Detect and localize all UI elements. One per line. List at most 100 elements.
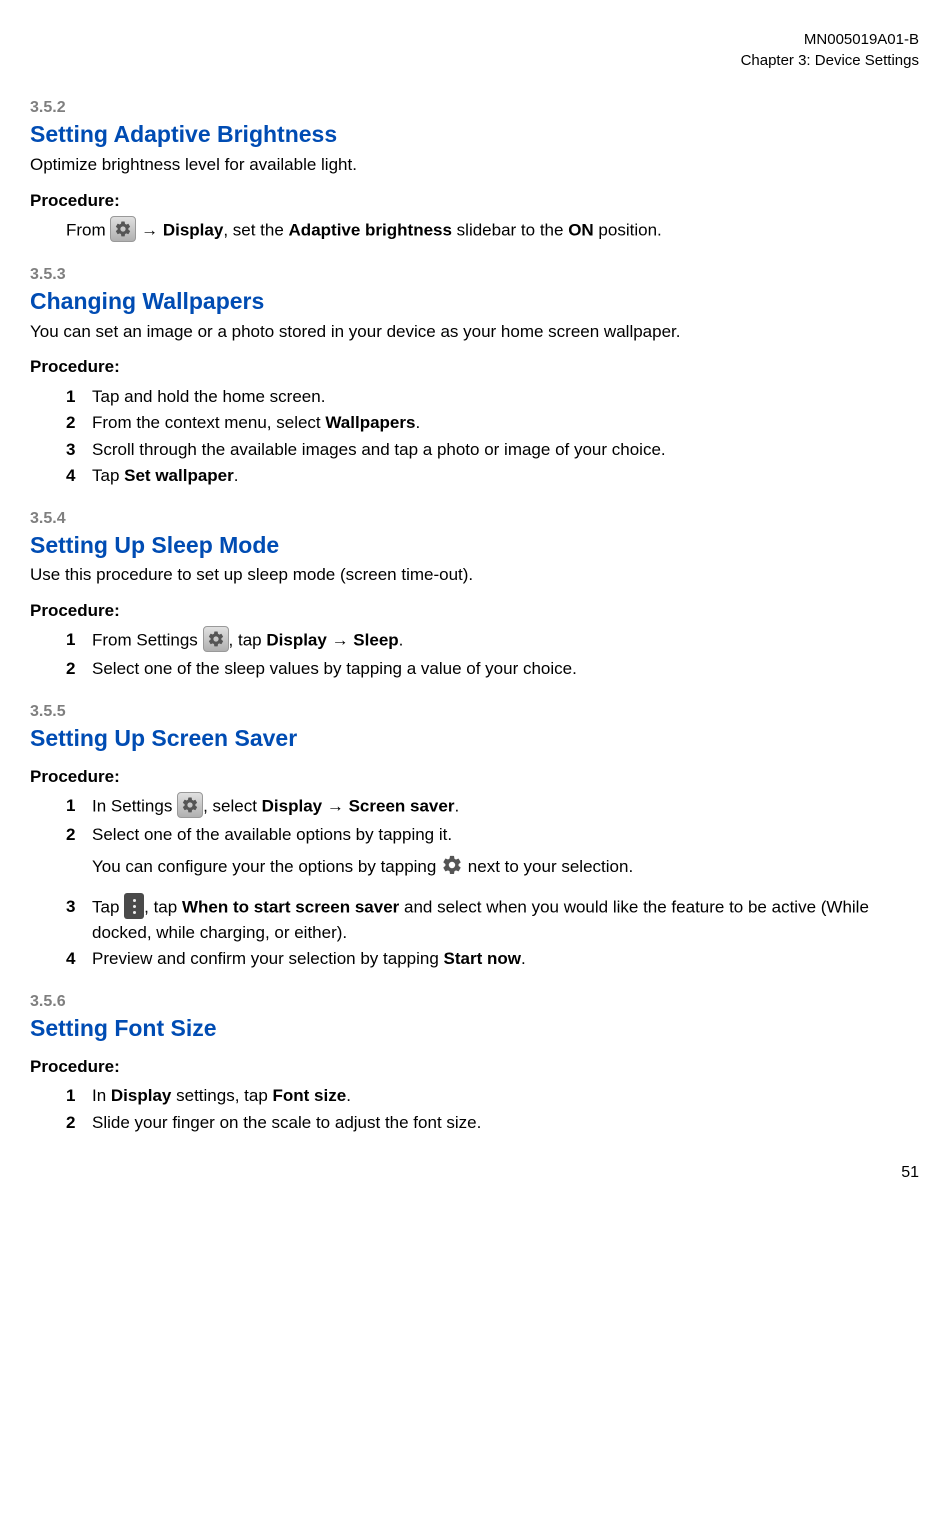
section-title: Setting Up Screen Saver <box>30 723 919 755</box>
section-number: 3.5.4 <box>30 508 919 530</box>
procedure-label: Procedure: <box>30 189 919 212</box>
procedure-steps: 1In Settings , select Display → Screen s… <box>30 794 919 971</box>
text: settings, tap <box>171 1086 272 1105</box>
procedure-step: 1In Display settings, tap Font size. <box>66 1084 919 1107</box>
step-body: In Settings , select Display → Screen sa… <box>92 794 919 820</box>
doc-id: MN005019A01-B <box>30 30 919 51</box>
text: Scroll through the available images and … <box>92 440 666 459</box>
bold-text: Start now <box>444 949 521 968</box>
text: From <box>66 221 110 240</box>
bold-text: Display <box>163 221 223 240</box>
bold-text: Display <box>262 797 322 816</box>
text: , tap <box>229 631 267 650</box>
section-number: 3.5.2 <box>30 97 919 119</box>
section-title: Changing Wallpapers <box>30 286 919 318</box>
procedure-step: 4Preview and confirm your selection by t… <box>66 947 919 970</box>
text: position. <box>594 221 662 240</box>
settings-icon <box>177 792 203 818</box>
text: , set the <box>223 221 288 240</box>
page-content: 3.5.2Setting Adaptive BrightnessOptimize… <box>30 97 919 1134</box>
step-body: Tap , tap When to start screen saver and… <box>92 895 919 944</box>
text: . <box>521 949 526 968</box>
section-intro: Use this procedure to set up sleep mode … <box>30 563 919 586</box>
text: Select one of the sleep values by tappin… <box>92 659 577 678</box>
step-number: 4 <box>66 464 92 487</box>
settings-icon <box>203 626 229 652</box>
chapter-label: Chapter 3: Device Settings <box>30 51 919 72</box>
section-number: 3.5.3 <box>30 264 919 286</box>
step-body: From the context menu, select Wallpapers… <box>92 411 919 434</box>
text: . <box>346 1086 351 1105</box>
procedure-step: 2Select one of the available options by … <box>66 823 919 892</box>
section-title: Setting Font Size <box>30 1013 919 1045</box>
step-extra: You can configure your the options by ta… <box>92 855 919 879</box>
text: → <box>136 221 162 240</box>
bold-text: Screen saver <box>349 797 455 816</box>
text: → <box>322 797 348 816</box>
bold-text: Font size <box>273 1086 347 1105</box>
step-number: 1 <box>66 385 92 408</box>
text: . <box>454 797 459 816</box>
bold-text: Sleep <box>353 631 398 650</box>
text: Slide your finger on the scale to adjust… <box>92 1113 481 1132</box>
text: → <box>327 631 353 650</box>
text: . <box>415 413 420 432</box>
section-title: Setting Adaptive Brightness <box>30 119 919 151</box>
step-number: 1 <box>66 794 92 820</box>
settings-icon <box>110 216 136 242</box>
text: next to your selection. <box>463 857 633 876</box>
procedure-step: 1From Settings , tap Display → Sleep. <box>66 628 919 654</box>
step-number: 2 <box>66 1111 92 1134</box>
procedure-step: From → Display, set the Adaptive brightn… <box>30 218 919 244</box>
text: . <box>234 466 239 485</box>
section-title: Setting Up Sleep Mode <box>30 530 919 562</box>
bold-text: Display <box>266 631 326 650</box>
section-number: 3.5.6 <box>30 991 919 1013</box>
procedure-steps: 1From Settings , tap Display → Sleep. 2Se… <box>30 628 919 680</box>
text: Select one of the available options by t… <box>92 825 452 844</box>
procedure-label: Procedure: <box>30 765 919 788</box>
procedure-step: 2Slide your finger on the scale to adjus… <box>66 1111 919 1134</box>
text: , tap <box>144 898 182 917</box>
step-number: 3 <box>66 895 92 944</box>
text: Tap <box>92 466 124 485</box>
step-body: Tap Set wallpaper. <box>92 464 919 487</box>
step-number: 1 <box>66 628 92 654</box>
step-number: 2 <box>66 657 92 680</box>
section-intro: Optimize brightness level for available … <box>30 153 919 176</box>
step-number: 1 <box>66 1084 92 1107</box>
text: slidebar to the <box>452 221 568 240</box>
bold-text: When to start screen saver <box>182 898 399 917</box>
text: . <box>399 631 404 650</box>
step-body: Scroll through the available images and … <box>92 438 919 461</box>
page-header: MN005019A01-B Chapter 3: Device Settings <box>30 30 919 71</box>
bold-text: Set wallpaper <box>124 466 234 485</box>
gear-icon <box>441 854 463 876</box>
step-body: Select one of the available options by t… <box>92 823 919 892</box>
page-number: 51 <box>30 1162 919 1184</box>
section-intro: You can set an image or a photo stored i… <box>30 320 919 343</box>
bold-text: Adaptive brightness <box>289 221 452 240</box>
procedure-step: 3Scroll through the available images and… <box>66 438 919 461</box>
procedure-label: Procedure: <box>30 599 919 622</box>
text: You can configure your the options by ta… <box>92 857 441 876</box>
step-body: Select one of the sleep values by tappin… <box>92 657 919 680</box>
text: From Settings <box>92 631 203 650</box>
procedure-steps: 1Tap and hold the home screen.2From the … <box>30 385 919 488</box>
step-number: 2 <box>66 411 92 434</box>
text: In Settings <box>92 797 177 816</box>
section-number: 3.5.5 <box>30 701 919 723</box>
procedure-label: Procedure: <box>30 355 919 378</box>
text: , select <box>203 797 262 816</box>
step-body: Slide your finger on the scale to adjust… <box>92 1111 919 1134</box>
step-body: Tap and hold the home screen. <box>92 385 919 408</box>
step-number: 4 <box>66 947 92 970</box>
procedure-step: 1Tap and hold the home screen. <box>66 385 919 408</box>
procedure-step: 1In Settings , select Display → Screen s… <box>66 794 919 820</box>
text: In <box>92 1086 111 1105</box>
procedure-step: 4Tap Set wallpaper. <box>66 464 919 487</box>
step-body: In Display settings, tap Font size. <box>92 1084 919 1107</box>
overflow-menu-icon <box>124 893 144 919</box>
step-body: Preview and confirm your selection by ta… <box>92 947 919 970</box>
step-number: 2 <box>66 823 92 892</box>
